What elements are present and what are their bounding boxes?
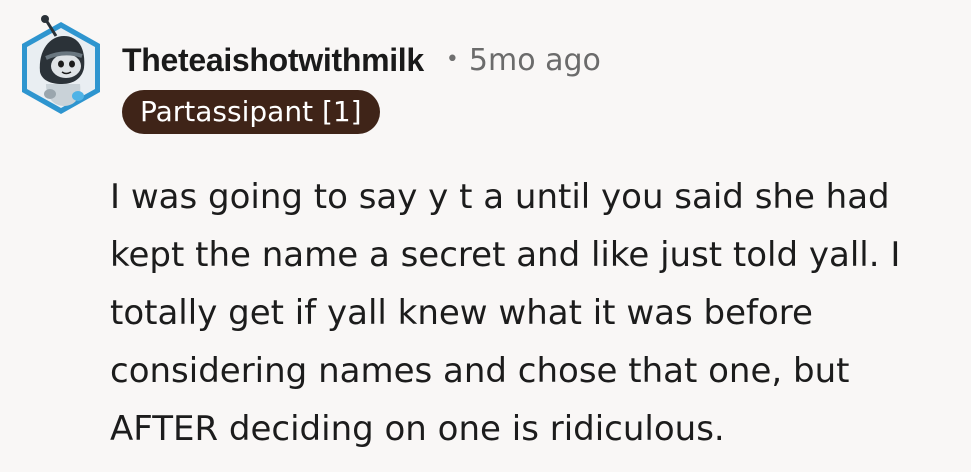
comment-body-line: considering names and chose that one, bu… — [110, 351, 850, 391]
comment-timestamp[interactable]: 5mo ago — [469, 43, 601, 78]
comment-body: I was going to say y t a until you said … — [110, 168, 965, 458]
comment-header: Theteaishotwithmilk • 5mo ago — [122, 38, 601, 82]
author-username[interactable]: Theteaishotwithmilk — [122, 42, 424, 79]
user-avatar[interactable] — [16, 14, 106, 122]
comment-body-line: I was going to say y t a until you said … — [110, 177, 890, 217]
comment-body-line: kept the name a secret and like just tol… — [110, 235, 901, 275]
comment: Theteaishotwithmilk • 5mo ago Partassipa… — [0, 0, 971, 472]
user-flair-badge: Partassipant [1] — [122, 90, 380, 134]
comment-body-line: AFTER deciding on one is ridiculous. — [110, 409, 725, 449]
comment-body-line: totally get if yall knew what it was bef… — [110, 293, 813, 333]
meta-separator: • — [445, 46, 459, 72]
snoo-avatar-icon — [22, 15, 100, 114]
